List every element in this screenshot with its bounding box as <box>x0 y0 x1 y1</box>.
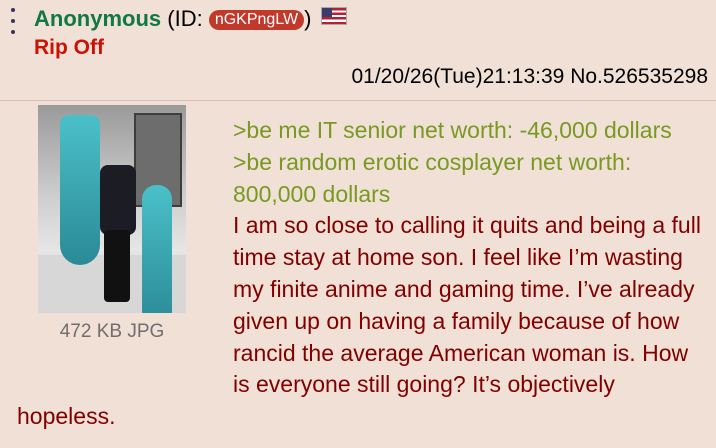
post-header: Anonymous (ID: nGKPngLW) Rip Off 01/20/2… <box>0 0 716 101</box>
post-comment: >be me IT senior net worth: -46,000 doll… <box>17 115 707 433</box>
poster-name: Anonymous <box>34 6 162 31</box>
post-menu-icon[interactable] <box>8 8 18 34</box>
poster-id-suffix: ) <box>304 6 312 31</box>
post-number-link[interactable]: No.526535298 <box>570 65 708 88</box>
poster-id-prefix: (ID: <box>167 6 209 31</box>
poster-id-badge[interactable]: nGKPngLW <box>208 10 305 30</box>
post-datetime: 01/20/26(Tue)21:13:39 <box>351 65 565 88</box>
post-container: Anonymous (ID: nGKPngLW) Rip Off 01/20/2… <box>0 0 716 448</box>
post-subject: Rip Off <box>34 36 104 59</box>
post-meta: 01/20/26(Tue)21:13:39 No.526535298 <box>351 62 708 92</box>
us-flag-icon <box>321 7 348 25</box>
poster-info: Anonymous (ID: nGKPngLW) <box>34 4 348 34</box>
